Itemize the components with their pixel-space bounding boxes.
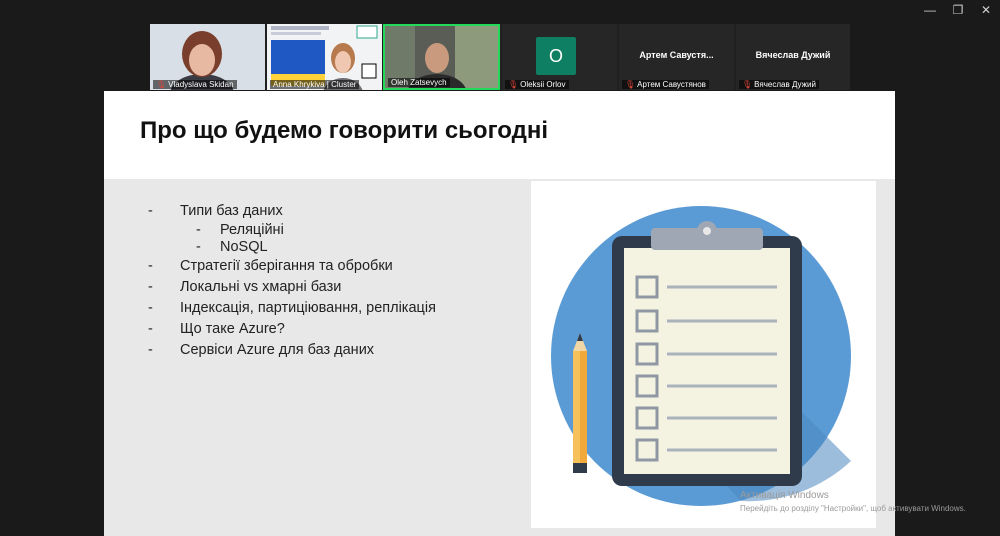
participant-tile[interactable]: Anna Khrykivа | Cluster: [267, 24, 382, 90]
list-item: - Що таке Azure?: [148, 319, 436, 340]
windows-activation-watermark: Активація Windows Перейдіть до розділу "…: [740, 489, 966, 515]
participant-display-name: Вячеслав Дужий: [755, 50, 831, 60]
close-button[interactable]: ✕: [972, 0, 1000, 20]
participant-name-bar: 🎙 Oleksii Orlov: [505, 80, 569, 89]
participant-name-bar: 🎙 Вячеслав Дужий: [739, 80, 819, 89]
watermark-title: Активація Windows: [740, 490, 829, 501]
bullet-text: Що таке Azure?: [180, 321, 285, 337]
bullet-dash: -: [148, 258, 153, 274]
checklist-illustration: [531, 181, 876, 528]
participant-name-bar: Oleh Zatsevych: [388, 78, 450, 87]
bullet-text: Сервіси Azure для баз даних: [180, 342, 375, 358]
bullet-dash: -: [148, 300, 153, 316]
list-item: - Локальні vs хмарні бази: [148, 277, 436, 298]
bullet-text: NoSQL: [220, 239, 268, 255]
bullet-dash: -: [148, 342, 153, 358]
participant-name: Vladyslava Skidan: [168, 80, 234, 89]
bullet-dash: -: [148, 203, 153, 219]
mic-muted-icon: 🎙: [156, 80, 167, 89]
bullet-dash: -: [196, 239, 201, 255]
participant-tile-active-speaker[interactable]: Oleh Zatsevych: [383, 24, 500, 90]
participant-tile[interactable]: Вячеслав Дужий 🎙 Вячеслав Дужий: [736, 24, 850, 90]
bullet-text: Типи баз даних: [180, 203, 283, 219]
mic-muted-icon: 🎙: [742, 80, 753, 89]
participant-name: Вячеслав Дужий: [754, 80, 816, 89]
participant-name: Артем Савустянов: [637, 80, 706, 89]
bullet-text: Стратегії зберігання та обробки: [180, 258, 393, 274]
participant-tile[interactable]: O 🎙 Oleksii Orlov: [502, 24, 617, 90]
participant-display-name: Артем Савустя...: [639, 50, 714, 60]
participant-gallery: 🎙 Vladyslava Skidan Anna Khrykivа | Clus…: [150, 24, 850, 90]
list-item: - Стратегії зберігання та обробки: [148, 256, 436, 277]
bullet-text: Реляційні: [220, 222, 284, 238]
participant-name: Anna Khrykivа | Cluster: [273, 80, 357, 89]
participant-name-bar: 🎙 Артем Савустянов: [622, 80, 709, 89]
shared-screen-slide: Про що будемо говорити сьогодні - Типи ба…: [104, 91, 895, 536]
slide-header: Про що будемо говорити сьогодні: [104, 91, 895, 179]
clipboard-icon: [551, 206, 851, 506]
bullet-text: Локальні vs хмарні бази: [180, 279, 342, 295]
mic-muted-icon: 🎙: [508, 80, 519, 89]
bullet-dash: -: [148, 321, 153, 337]
list-item: - Сервіси Azure для баз даних: [148, 340, 436, 361]
bullet-text: Індексація, партиціювання, реплікація: [180, 300, 436, 316]
participant-name-bar: Anna Khrykivа | Cluster: [270, 80, 360, 89]
participant-tile[interactable]: Артем Савустя... 🎙 Артем Савустянов: [619, 24, 734, 90]
slide-title: Про що будемо говорити сьогодні: [140, 117, 548, 144]
list-subitem: - Реляційні: [148, 222, 436, 239]
bullet-dash: -: [196, 222, 201, 238]
avatar: O: [536, 37, 576, 75]
mic-muted-icon: 🎙: [625, 80, 636, 89]
participant-name: Oleksii Orlov: [520, 80, 566, 89]
watermark-text: Перейдіть до розділу "Настройки", щоб ак…: [740, 504, 966, 513]
list-item: - Типи баз даних: [148, 201, 436, 222]
list-item: - Індексація, партиціювання, реплікація: [148, 298, 436, 319]
restore-button[interactable]: ❐: [944, 0, 972, 20]
participant-tile[interactable]: 🎙 Vladyslava Skidan: [150, 24, 265, 90]
minimize-button[interactable]: —: [916, 0, 944, 20]
list-subitem: - NoSQL: [148, 239, 436, 256]
participant-name-bar: 🎙 Vladyslava Skidan: [153, 80, 237, 89]
window-controls: — ❐ ✕: [916, 0, 1000, 22]
bullet-list: - Типи баз даних - Реляційні - NoSQL - Страт…: [148, 201, 436, 361]
participant-name: Oleh Zatsevych: [391, 78, 447, 87]
bullet-dash: -: [148, 279, 153, 295]
